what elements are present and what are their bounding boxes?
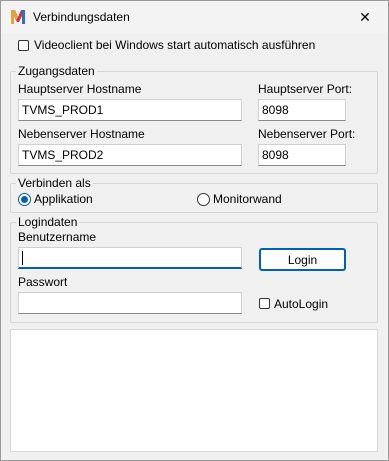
connection-dialog: Verbindungsdaten ✕ Videoclient bei Windo… — [0, 0, 389, 461]
radio-monitor-wall-label: Monitorwand — [213, 192, 282, 206]
radio-application-label: Applikation — [34, 192, 93, 206]
app-logo-icon — [11, 10, 25, 24]
username-input[interactable] — [18, 247, 242, 269]
text-caret — [22, 251, 23, 265]
backup-host-label: Nebenserver Hostname — [18, 127, 145, 141]
main-host-input[interactable]: TVMS_PROD1 — [18, 99, 242, 121]
password-input[interactable] — [18, 292, 242, 314]
username-label: Benutzername — [18, 230, 97, 244]
radio-monitor-wall[interactable] — [197, 193, 210, 206]
main-port-input[interactable]: 8098 — [258, 99, 346, 121]
close-icon: ✕ — [359, 8, 371, 25]
main-port-label: Hauptserver Port: — [258, 82, 353, 96]
close-button[interactable]: ✕ — [342, 1, 388, 33]
access-group-title: Zugangsdaten — [16, 64, 97, 78]
connect-as-group-title: Verbinden als — [16, 176, 93, 190]
login-group-title: Logindaten — [16, 215, 80, 229]
autostart-label: Videoclient bei Windows start automatisc… — [34, 38, 316, 52]
autostart-checkbox[interactable] — [18, 40, 29, 51]
radio-application[interactable] — [18, 193, 31, 206]
login-button[interactable]: Login — [259, 248, 346, 271]
log-output-area[interactable] — [10, 329, 378, 452]
main-host-label: Hauptserver Hostname — [18, 82, 142, 96]
autologin-checkbox[interactable] — [259, 298, 270, 309]
backup-port-input[interactable]: 8098 — [258, 144, 346, 166]
autologin-label: AutoLogin — [274, 297, 329, 311]
title-bar: Verbindungsdaten ✕ — [1, 1, 388, 33]
window-title: Verbindungsdaten — [33, 10, 130, 24]
backup-port-label: Nebenserver Port: — [258, 127, 356, 141]
dialog-content: Videoclient bei Windows start automatisc… — [1, 33, 388, 460]
password-label: Passwort — [18, 275, 68, 289]
backup-host-input[interactable]: TVMS_PROD2 — [18, 144, 242, 166]
